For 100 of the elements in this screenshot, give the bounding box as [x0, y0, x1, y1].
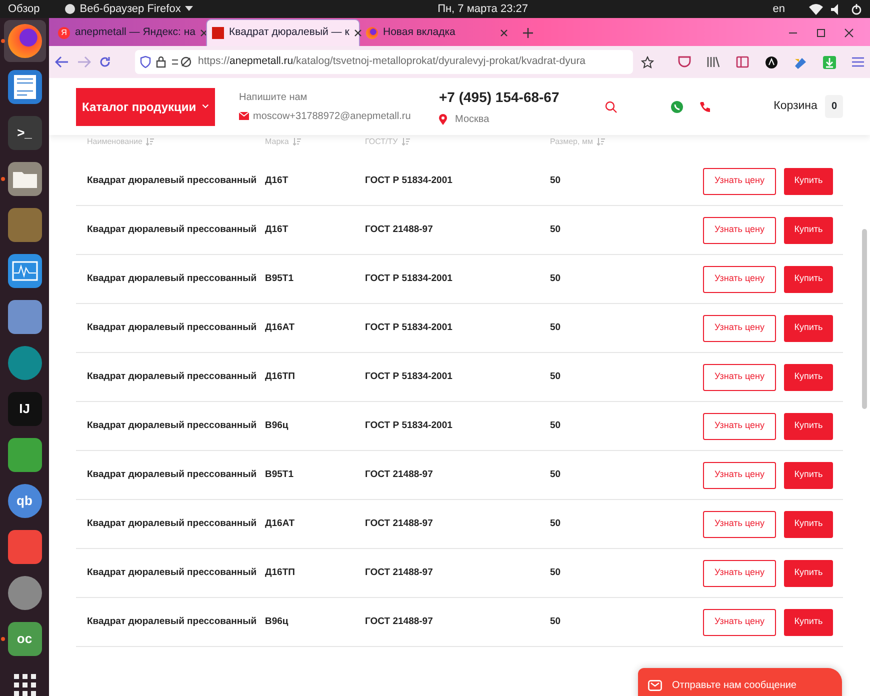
browser-tab[interactable]: Квадрат дюралевый — к [207, 20, 359, 46]
size-cell: 50 [550, 174, 561, 186]
size-cell: 50 [550, 566, 561, 578]
product-name: Квадрат дюралевый прессованный [87, 518, 257, 529]
caret-icon [184, 6, 193, 12]
chevron-icon [202, 103, 209, 110]
location-pin-icon [439, 114, 447, 124]
buy-button[interactable]: Купить [784, 608, 833, 636]
menu-icon[interactable] [852, 57, 864, 67]
browser-tab[interactable]: Новая вкладка [361, 20, 513, 46]
dock-item[interactable] [4, 20, 46, 62]
price-request-button[interactable]: Узнать цену [703, 510, 776, 538]
app-icon [8, 24, 42, 58]
product-name: Квадрат дюралевый прессованный [87, 224, 257, 235]
standard-cell: ГОСТ 21488-97 [365, 616, 433, 627]
phone-number[interactable]: +7 (495) 154-68-67 [439, 86, 589, 108]
standard-cell: ГОСТ Р 51834-2001 [365, 272, 452, 284]
buy-button[interactable]: Купить [784, 314, 833, 342]
size-cell: 50 [550, 518, 561, 529]
city-label[interactable]: Москва [455, 112, 490, 126]
price-request-button[interactable]: Узнать цену [703, 314, 776, 342]
reload-icon[interactable] [99, 56, 111, 68]
library-icon[interactable] [707, 56, 720, 68]
buy-button[interactable]: Купить [784, 216, 833, 244]
language-indicator[interactable]: en [772, 0, 785, 18]
clock[interactable]: Пн, 7 марта 23:27 [438, 2, 528, 15]
back-icon[interactable] [55, 56, 69, 68]
grade-cell: Д16АТ [265, 322, 295, 333]
app-icon [8, 438, 42, 472]
chat-widget-button[interactable]: Отправьте нам сообщение [638, 668, 842, 696]
buy-button[interactable]: Купить [784, 266, 833, 292]
power-icon[interactable] [851, 4, 862, 14]
standard-cell: ГОСТ Р 51834-2001 [365, 420, 452, 431]
favicon-icon [212, 27, 224, 39]
cart-link[interactable]: Корзина [774, 98, 818, 116]
extension-icon[interactable] [765, 56, 778, 68]
wifi-icon[interactable] [809, 4, 823, 14]
size-cell: 50 [550, 322, 561, 333]
buy-button[interactable]: Купить [784, 168, 833, 194]
app-icon [8, 530, 42, 564]
price-request-button[interactable]: Узнать цену [703, 560, 776, 586]
grade-cell: Д16ТП [265, 566, 295, 578]
price-request-button[interactable]: Узнать цену [703, 364, 776, 390]
standard-cell: ГОСТ 21488-97 [365, 468, 433, 480]
app-menu[interactable]: Веб-браузер Firefox [64, 0, 193, 18]
email-link[interactable]: moscow+31788972@anepmetall.ru [253, 108, 411, 124]
buy-button[interactable]: Купить [784, 412, 833, 440]
pocket-icon[interactable] [678, 56, 691, 68]
size-cell: 50 [550, 468, 561, 480]
buy-button[interactable]: Купить [784, 560, 833, 586]
grade-cell: В95Т1 [265, 272, 294, 284]
download-icon[interactable] [823, 56, 836, 68]
sidebar-icon[interactable] [736, 56, 749, 68]
grade-cell: В96ц [265, 616, 288, 627]
close-icon[interactable] [200, 29, 208, 37]
buy-button[interactable]: Купить [784, 462, 833, 488]
phone-icon[interactable] [699, 100, 711, 112]
grade-cell: Д16АТ [265, 518, 295, 529]
grade-cell: В95Т1 [265, 468, 294, 480]
standard-cell: ГОСТ 21488-97 [365, 224, 433, 235]
grade-cell: Д16Т [265, 224, 288, 235]
size-cell: 50 [550, 616, 561, 627]
price-request-button[interactable]: Узнать цену [703, 216, 776, 244]
product-name: Квадрат дюралевый прессованный [87, 468, 257, 480]
app-icon [8, 346, 42, 380]
cart-count: 0 [825, 95, 843, 118]
url-text: https://anepmetall.ru/katalog/tsvetnoj-metalloprokat/dyuralevyj-prokat/kvadrat-dyura [198, 54, 586, 70]
lock-icon [156, 56, 166, 68]
yandex-icon: Я [58, 27, 70, 39]
grade-cell: Д16ТП [265, 370, 295, 382]
catalog-button[interactable]: Каталог продукции [76, 88, 215, 126]
product-name: Квадрат дюралевый прессованный [87, 420, 257, 431]
price-request-button[interactable]: Узнать цену [703, 462, 776, 488]
contact-label: Напишите нам [239, 90, 308, 104]
price-request-button[interactable]: Узнать цену [703, 412, 776, 440]
price-request-button[interactable]: Узнать цену [703, 266, 776, 292]
address-bar[interactable]: https://anepmetall.ru/katalog/tsvetnoj-metalloprokat/dyuralevyj-prokat/kvadrat-dyura [135, 50, 633, 74]
maximize-icon[interactable] [816, 28, 826, 38]
shield-icon [140, 56, 151, 68]
app-icon [8, 162, 42, 196]
standard-cell: ГОСТ 21488-97 [365, 518, 433, 529]
app-icon [8, 208, 42, 242]
app-icon [8, 576, 42, 610]
buy-button[interactable]: Купить [784, 510, 833, 538]
price-request-button[interactable]: Узнать цену [703, 168, 776, 194]
activities-button[interactable]: Обзор [8, 0, 40, 18]
whatsapp-icon[interactable] [671, 100, 683, 112]
close-icon[interactable] [500, 29, 508, 37]
grade-cell: В96ц [265, 420, 288, 431]
price-request-button[interactable]: Узнать цену [703, 608, 776, 636]
bookmark-star-icon[interactable] [641, 56, 654, 68]
standard-cell: ГОСТ Р 51834-2001 [365, 370, 452, 382]
scrollbar-thumb[interactable] [862, 229, 867, 409]
mail-icon [648, 680, 662, 690]
product-name: Квадрат дюралевый прессованный [87, 370, 257, 382]
buy-button[interactable]: Купить [784, 364, 833, 390]
close-icon[interactable] [844, 28, 854, 38]
new-tab-icon[interactable] [523, 28, 533, 38]
close-icon[interactable] [354, 29, 362, 37]
search-icon[interactable] [605, 100, 617, 112]
